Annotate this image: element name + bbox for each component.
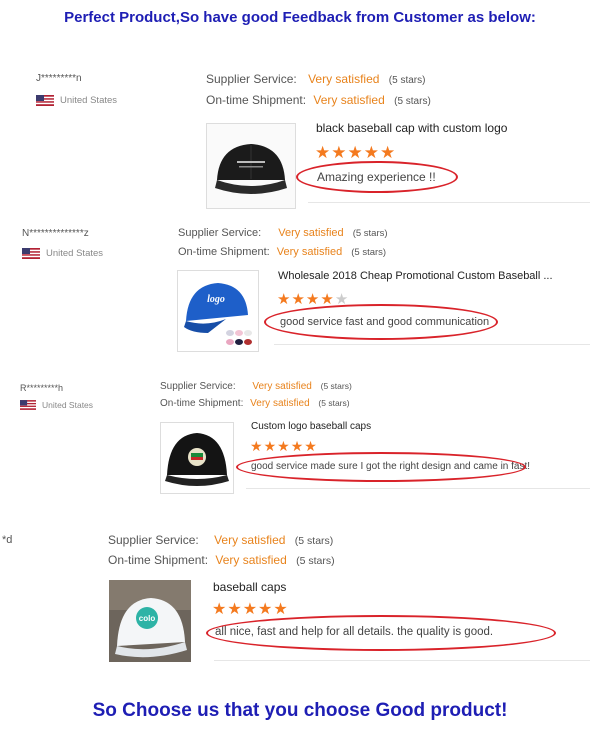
us-flag-icon bbox=[20, 400, 36, 410]
supplier-service-stars: (5 stars) bbox=[294, 535, 334, 547]
country-label: United States bbox=[42, 400, 94, 410]
buyer-country: United States bbox=[36, 95, 117, 106]
shipment-stars: (5 stars) bbox=[296, 555, 335, 567]
buyer-country: United States bbox=[22, 248, 103, 259]
buyer-name: *d bbox=[2, 534, 13, 546]
star-filled-icon: ★ bbox=[304, 438, 318, 454]
product-thumbnail[interactable] bbox=[160, 422, 234, 494]
product-name[interactable]: black baseball cap with custom logo bbox=[316, 121, 507, 135]
divider bbox=[246, 488, 590, 489]
star-filled-icon: ★ bbox=[212, 601, 228, 618]
shipment-rating: On-time Shipment: Very satisfied (5 star… bbox=[160, 398, 350, 409]
supplier-service-stars: (5 stars) bbox=[320, 381, 352, 391]
supplier-service-rating: Supplier Service: Very satisfied (5 star… bbox=[108, 533, 333, 547]
supplier-service-value: Very satisfied bbox=[214, 533, 286, 547]
divider bbox=[274, 344, 590, 345]
page-headline: Perfect Product,So have good Feedback fr… bbox=[64, 9, 536, 26]
highlight-oval bbox=[236, 452, 526, 482]
product-thumbnail[interactable]: logo bbox=[177, 270, 259, 352]
shipment-rating: On-time Shipment: Very satisfied (5 star… bbox=[206, 93, 431, 107]
highlight-oval bbox=[206, 615, 556, 651]
country-label: United States bbox=[60, 95, 118, 106]
blue-cap-image: logo bbox=[178, 271, 258, 351]
us-flag-icon bbox=[22, 248, 40, 259]
shipment-label: On-time Shipment: bbox=[160, 398, 244, 409]
star-rating: ★★★★★ bbox=[315, 143, 396, 163]
star-filled-icon: ★ bbox=[291, 291, 306, 308]
product-name[interactable]: Wholesale 2018 Cheap Promotional Custom … bbox=[278, 270, 553, 282]
star-filled-icon: ★ bbox=[277, 438, 291, 454]
shipment-label: On-time Shipment: bbox=[206, 93, 307, 107]
closing-headline: So Choose us that you choose Good produc… bbox=[92, 700, 508, 721]
supplier-service-label: Supplier Service: bbox=[108, 533, 199, 547]
black-cap-embroidered-image bbox=[161, 423, 233, 493]
star-filled-icon: ★ bbox=[263, 438, 278, 454]
divider bbox=[308, 202, 590, 203]
country-label: United States bbox=[46, 248, 104, 259]
shipment-label: On-time Shipment: bbox=[178, 246, 270, 258]
white-cap-image: colo bbox=[109, 580, 191, 662]
supplier-service-rating: Supplier Service: Very satisfied (5 star… bbox=[178, 227, 388, 239]
black-cap-image bbox=[207, 124, 295, 208]
star-filled-icon: ★ bbox=[331, 143, 348, 162]
star-filled-icon: ★ bbox=[363, 143, 380, 162]
shipment-stars: (5 stars) bbox=[318, 398, 350, 408]
shipment-value: Very satisfied bbox=[276, 246, 343, 258]
divider bbox=[214, 660, 590, 661]
star-filled-icon: ★ bbox=[277, 291, 292, 308]
cap-logo-text: logo bbox=[207, 294, 225, 305]
star-rating: ★★★★★ bbox=[250, 438, 318, 455]
buyer-name: J*********n bbox=[36, 73, 82, 84]
shipment-value: Very satisfied bbox=[313, 93, 385, 107]
shipment-value: Very satisfied bbox=[215, 553, 287, 567]
supplier-service-rating: Supplier Service: Very satisfied (5 star… bbox=[206, 72, 425, 86]
shipment-stars: (5 stars) bbox=[351, 247, 387, 258]
product-name[interactable]: baseball caps bbox=[213, 580, 286, 594]
supplier-service-value: Very satisfied bbox=[252, 381, 312, 392]
supplier-service-stars: (5 stars) bbox=[388, 75, 426, 86]
star-filled-icon: ★ bbox=[380, 143, 397, 162]
us-flag-icon bbox=[36, 95, 54, 106]
star-filled-icon: ★ bbox=[315, 143, 332, 162]
shipment-label: On-time Shipment: bbox=[108, 553, 209, 567]
shipment-rating: On-time Shipment: Very satisfied (5 star… bbox=[178, 246, 386, 258]
star-filled-icon: ★ bbox=[290, 438, 305, 454]
buyer-country: United States bbox=[20, 400, 93, 410]
product-name[interactable]: Custom logo baseball caps bbox=[251, 421, 371, 432]
star-filled-icon: ★ bbox=[347, 143, 364, 162]
star-filled-icon: ★ bbox=[250, 438, 264, 454]
shipment-value: Very satisfied bbox=[250, 398, 310, 409]
star-filled-icon: ★ bbox=[305, 291, 321, 308]
feedback-page: { "headline_top": "Perfect Product,So ha… bbox=[0, 0, 600, 744]
supplier-service-stars: (5 stars) bbox=[352, 228, 388, 239]
supplier-service-value: Very satisfied bbox=[308, 72, 380, 86]
product-thumbnail[interactable] bbox=[206, 123, 296, 209]
supplier-service-label: Supplier Service: bbox=[160, 381, 236, 392]
supplier-service-rating: Supplier Service: Very satisfied (5 star… bbox=[160, 381, 352, 392]
highlight-oval bbox=[264, 304, 498, 340]
star-filled-icon: ★ bbox=[258, 601, 274, 618]
shipment-stars: (5 stars) bbox=[394, 96, 431, 107]
supplier-service-label: Supplier Service: bbox=[178, 227, 262, 239]
cap-logo-text: colo bbox=[139, 614, 156, 623]
star-filled-icon: ★ bbox=[227, 601, 243, 618]
shipment-rating: On-time Shipment: Very satisfied (5 star… bbox=[108, 553, 335, 567]
supplier-service-value: Very satisfied bbox=[278, 227, 344, 239]
star-filled-icon: ★ bbox=[242, 601, 259, 618]
star-filled-icon: ★ bbox=[273, 601, 289, 618]
buyer-name: N**************z bbox=[22, 228, 89, 239]
product-thumbnail[interactable]: colo bbox=[109, 580, 191, 662]
star-rating: ★★★★★ bbox=[212, 599, 289, 619]
supplier-service-label: Supplier Service: bbox=[206, 72, 297, 86]
highlight-oval bbox=[296, 161, 458, 193]
buyer-name: R*********h bbox=[20, 383, 64, 393]
